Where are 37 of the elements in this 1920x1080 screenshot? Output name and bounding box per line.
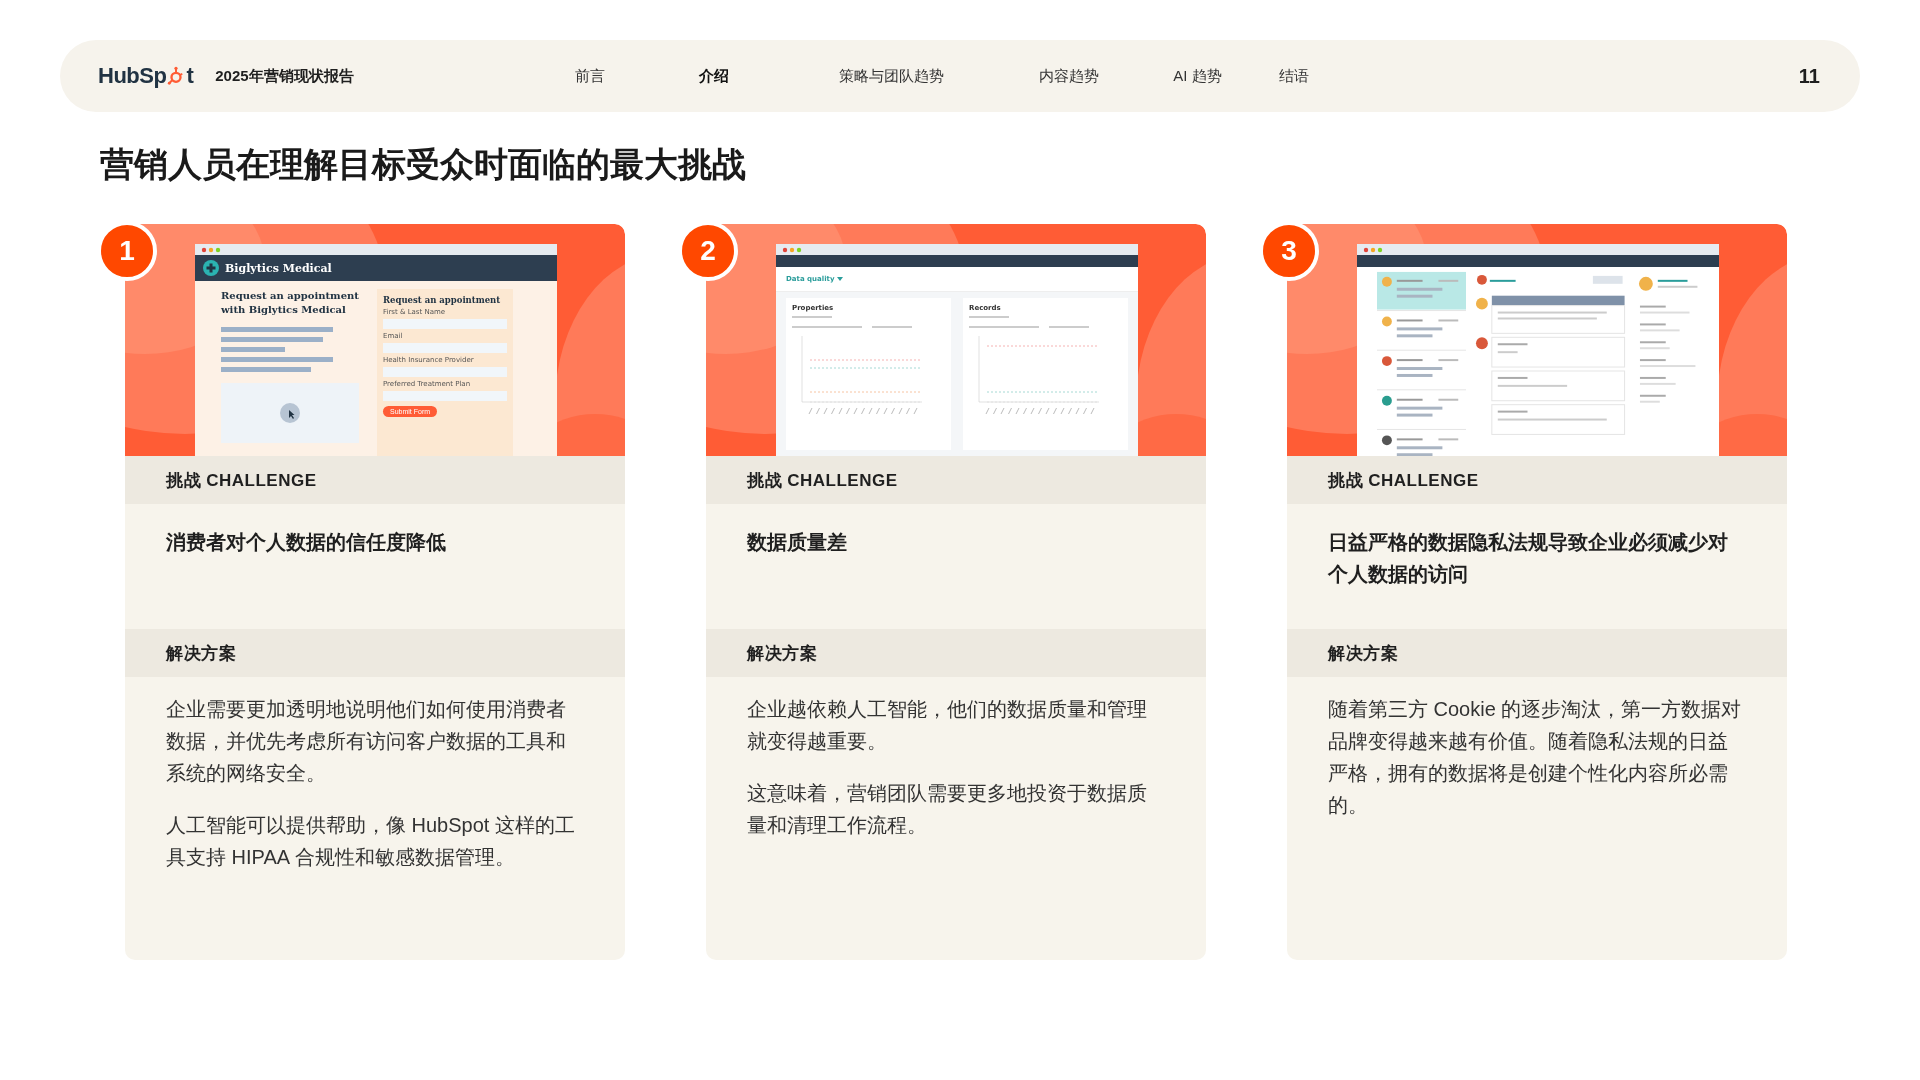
window-controls-icon [782,246,802,253]
brand-name: Biglytics Medical [225,261,332,275]
solution-paragraph: 随着第三方 Cookie 的逐步淘汰，第一方数据对品牌变得越来越有价值。随着隐私法规的日益严格，拥有的数据将是创建个性化内容所必需的。 [1328,697,1743,818]
input-field[interactable] [383,367,507,377]
form-title: Request an appointment [383,295,502,305]
logo[interactable]: HubSp t [98,63,194,89]
challenge-text: 数据质量差 [746,530,848,555]
page-headline: Request an appointment with Biglytics Medical [221,289,359,317]
challenge-text: 消费者对个人数据的信任度降低 [165,530,447,555]
window-controls-icon [1363,246,1383,253]
cursor-icon [280,403,300,423]
solution-paragraph: 企业需要更加透明地说明他们如何使用消费者数据，并优先考虑所有访问客户数据的工具和系统的网络安全。 [166,697,567,786]
nav-tab[interactable]: AI 趋势 [1173,62,1222,90]
nav-tab[interactable]: 前言 [575,62,606,90]
input-field[interactable] [383,343,507,353]
challenge-label: 挑战 CHALLENGE [706,456,1206,504]
window-controls-icon [201,246,221,253]
challenge-text: 日益严格的数据隐私法规导致企业必须减少对个人数据的访问 [1327,530,1729,587]
solution-label: 解决方案 [125,629,625,677]
nav-tab[interactable]: 介绍 [699,62,730,90]
nav-tab[interactable]: 内容趋势 [1039,62,1100,90]
page-heading: 营销人员在理解目标受众时面临的最大挑战 [100,144,747,185]
challenge-label: 挑战 CHALLENGE [1287,456,1787,504]
solution-paragraph: 这意味着，营销团队需要更多地投资于数据质量和清理工作流程。 [747,781,1148,838]
challenge-label: 挑战 CHALLENGE [125,456,625,504]
medical-cross-icon [203,260,219,276]
nav-tab[interactable]: 结语 [1278,62,1309,90]
solution-label: 解决方案 [706,629,1206,677]
solution-paragraph: 企业越依赖人工智能，他们的数据质量和管理就变得越重要。 [747,697,1148,754]
page-number: 11 [1798,64,1820,88]
input-field[interactable] [383,319,507,329]
nav-tab[interactable]: 策略与团队趋势 [839,62,945,90]
report-title: 2025年营销现状报告 [215,66,355,86]
input-field[interactable] [383,391,507,401]
caret-icon [837,277,844,281]
solution-label: 解决方案 [1287,629,1787,677]
solution-paragraph: 人工智能可以提供帮助，像 HubSpot 这样的工具支持 HIPAA 合规性和敏感数据管理。 [166,813,576,870]
